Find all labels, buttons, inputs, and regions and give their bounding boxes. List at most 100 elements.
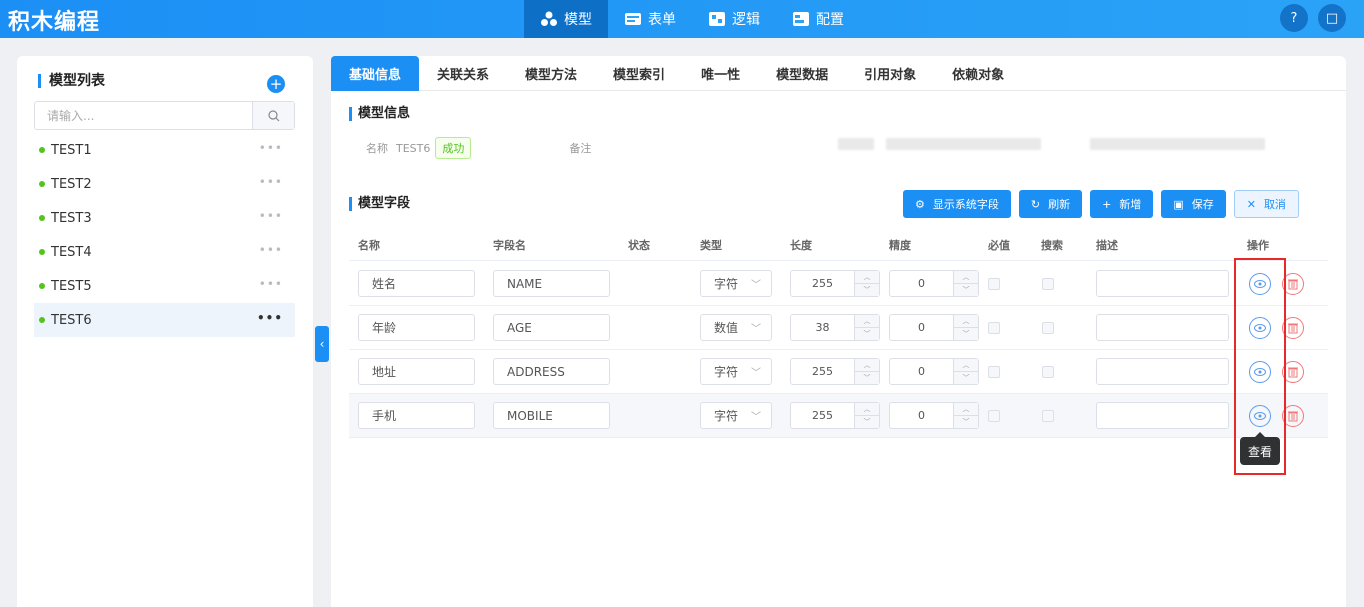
collapse-sidebar-button[interactable]: ‹ <box>315 326 329 362</box>
more-icon[interactable]: ••• <box>259 209 283 223</box>
name-input[interactable]: 年龄 <box>358 314 475 341</box>
model-item[interactable]: TEST5 ••• <box>34 269 295 303</box>
length-stepper[interactable]: 255 ︿ ﹀ <box>790 270 880 297</box>
add-field-button[interactable]: + 新增 <box>1090 190 1154 218</box>
name-input[interactable]: 地址 <box>358 358 475 385</box>
description-input[interactable] <box>1096 314 1229 341</box>
nav-item-form[interactable]: 表单 <box>608 0 692 38</box>
show-system-fields-button[interactable]: ⚙ 显示系统字段 <box>903 190 1011 218</box>
main-nav: 模型 表单 逻辑 配置 <box>524 0 860 38</box>
status-badge: 成功 <box>435 137 472 159</box>
column-header: 名称 <box>358 239 380 252</box>
length-stepper[interactable]: 255 ︿ ﹀ <box>790 358 880 385</box>
help-icon: ? <box>1290 10 1298 26</box>
save-button[interactable]: ▣ 保存 <box>1161 190 1226 218</box>
model-item-selected[interactable]: TEST6 ••• <box>34 303 295 337</box>
description-input[interactable] <box>1096 402 1229 429</box>
model-item[interactable]: TEST3 ••• <box>34 201 295 235</box>
field-name-input[interactable]: ADDRESS <box>493 358 610 385</box>
nav-item-logic[interactable]: 逻辑 <box>692 0 776 38</box>
decrease-icon[interactable]: ﹀ <box>954 372 978 384</box>
increase-icon[interactable]: ︿ <box>954 403 978 416</box>
status-dot <box>39 215 45 221</box>
more-icon[interactable]: ••• <box>259 175 283 189</box>
more-icon[interactable]: ••• <box>259 141 283 155</box>
add-model-button[interactable]: + <box>267 75 285 93</box>
tab-references[interactable]: 引用对象 <box>846 56 934 91</box>
cancel-button[interactable]: ✕ 取消 <box>1233 190 1299 218</box>
config-icon <box>793 12 809 26</box>
decrease-icon[interactable]: ﹀ <box>954 416 978 428</box>
decrease-icon[interactable]: ﹀ <box>954 284 978 296</box>
tab-relations[interactable]: 关联关系 <box>419 56 507 91</box>
tab-methods[interactable]: 模型方法 <box>507 56 595 91</box>
model-list-panel: 模型列表 + TEST1 ••• TEST2 ••• TEST3 ••• TEST4 •… <box>17 56 313 607</box>
required-checkbox[interactable] <box>988 410 1000 422</box>
name-input[interactable]: 姓名 <box>358 270 475 297</box>
increase-icon[interactable]: ︿ <box>855 271 879 284</box>
precision-stepper[interactable]: 0 ︿ ﹀ <box>889 402 979 429</box>
status-dot <box>39 283 45 289</box>
decrease-icon[interactable]: ﹀ <box>954 328 978 340</box>
model-list: TEST1 ••• TEST2 ••• TEST3 ••• TEST4 ••• TEST… <box>34 133 295 337</box>
main-panel: 基础信息 关联关系 模型方法 模型索引 唯一性 模型数据 引用对象 依赖对象 模… <box>331 56 1346 607</box>
precision-stepper[interactable]: 0 ︿ ﹀ <box>889 314 979 341</box>
precision-stepper[interactable]: 0 ︿ ﹀ <box>889 270 979 297</box>
chevron-down-icon: ﹀ <box>751 368 761 379</box>
search-input[interactable] <box>35 102 252 129</box>
refresh-button[interactable]: ↻ 刷新 <box>1018 190 1083 218</box>
decrease-icon[interactable]: ﹀ <box>855 416 879 428</box>
tab-uniqueness[interactable]: 唯一性 <box>683 56 758 91</box>
tab-data[interactable]: 模型数据 <box>758 56 846 91</box>
increase-icon[interactable]: ︿ <box>954 315 978 328</box>
model-item[interactable]: TEST2 ••• <box>34 167 295 201</box>
trash-icon <box>1288 323 1298 334</box>
type-value: 字符 <box>714 277 739 291</box>
decrease-icon[interactable]: ﹀ <box>855 372 879 384</box>
help-button[interactable]: ? <box>1280 4 1308 32</box>
nav-item-config[interactable]: 配置 <box>776 0 860 38</box>
length-stepper[interactable]: 38 ︿ ﹀ <box>790 314 880 341</box>
tab-dependencies[interactable]: 依赖对象 <box>934 56 1022 91</box>
tab-basic-info[interactable]: 基础信息 <box>331 56 420 91</box>
column-header: 描述 <box>1096 239 1118 252</box>
precision-stepper[interactable]: 0 ︿ ﹀ <box>889 358 979 385</box>
field-name-input[interactable]: MOBILE <box>493 402 610 429</box>
model-item-label: TEST2 <box>51 176 92 192</box>
model-item[interactable]: TEST4 ••• <box>34 235 295 269</box>
increase-icon[interactable]: ︿ <box>855 403 879 416</box>
description-input[interactable] <box>1096 358 1229 385</box>
field-actions: ⚙ 显示系统字段 ↻ 刷新 + 新增 ▣ 保存 ✕ 取消 <box>903 190 1299 218</box>
more-icon[interactable]: ••• <box>259 277 283 291</box>
required-checkbox[interactable] <box>988 278 1000 290</box>
decrease-icon[interactable]: ﹀ <box>855 328 879 340</box>
increase-icon[interactable]: ︿ <box>855 315 879 328</box>
increase-icon[interactable]: ︿ <box>954 359 978 372</box>
name-input[interactable]: 手机 <box>358 402 475 429</box>
tab-indexes[interactable]: 模型索引 <box>595 56 683 91</box>
search-button[interactable] <box>252 102 294 129</box>
search-checkbox[interactable] <box>1042 278 1054 290</box>
model-item[interactable]: TEST1 ••• <box>34 133 295 167</box>
more-icon[interactable]: ••• <box>259 243 283 257</box>
required-checkbox[interactable] <box>988 322 1000 334</box>
field-name-input[interactable]: AGE <box>493 314 610 341</box>
increase-icon[interactable]: ︿ <box>954 271 978 284</box>
decrease-icon[interactable]: ﹀ <box>855 284 879 296</box>
increase-icon[interactable]: ︿ <box>855 359 879 372</box>
field-name-input[interactable]: NAME <box>493 270 610 297</box>
fullscreen-button[interactable]: □ <box>1318 4 1346 32</box>
length-value: 255 <box>812 365 833 378</box>
search-checkbox[interactable] <box>1042 322 1054 334</box>
search-checkbox[interactable] <box>1042 366 1054 378</box>
type-select[interactable]: 字符 ﹀ <box>700 270 772 297</box>
search-checkbox[interactable] <box>1042 410 1054 422</box>
type-select[interactable]: 数值 ﹀ <box>700 314 772 341</box>
length-stepper[interactable]: 255 ︿ ﹀ <box>790 402 880 429</box>
description-input[interactable] <box>1096 270 1229 297</box>
nav-item-model[interactable]: 模型 <box>524 0 608 38</box>
type-select[interactable]: 字符 ﹀ <box>700 402 772 429</box>
required-checkbox[interactable] <box>988 366 1000 378</box>
more-icon[interactable]: ••• <box>257 311 283 325</box>
type-select[interactable]: 字符 ﹀ <box>700 358 772 385</box>
